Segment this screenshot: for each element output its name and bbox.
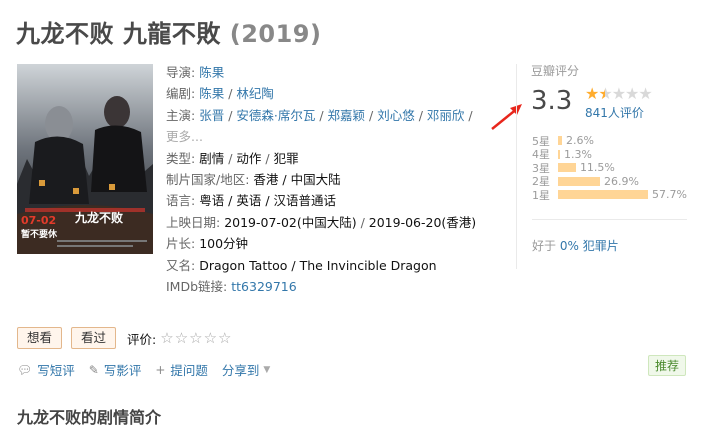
better-than-link[interactable]: 0% 犯罪片 bbox=[560, 239, 619, 253]
star-icon: ★ bbox=[585, 84, 599, 103]
write-review-label: 写影评 bbox=[103, 363, 142, 378]
aka-label: 又名: bbox=[166, 257, 196, 273]
runtime-label: 片长: bbox=[166, 236, 196, 252]
rating-separator bbox=[532, 219, 687, 220]
cast-more-link[interactable]: 更多... bbox=[166, 129, 203, 144]
genre-row: 类型: 剧情 / 动作 / 犯罪 bbox=[166, 150, 299, 166]
poster-title: 九龙不败 bbox=[74, 210, 123, 225]
rating-score: 3.3 bbox=[531, 86, 573, 116]
writer-link[interactable]: 陈果 bbox=[199, 86, 224, 101]
rating-bar-percent: 57.7% bbox=[652, 188, 687, 202]
cast-link[interactable]: 安德森·席尔瓦 bbox=[236, 108, 315, 123]
rate-label: 评价: bbox=[127, 331, 157, 347]
rating-count-link[interactable]: 841人评价 bbox=[585, 104, 644, 121]
cast-link[interactable]: 张晋 bbox=[199, 108, 224, 123]
share-dropdown[interactable]: 分享到 ▼ bbox=[222, 360, 270, 379]
release-label: 上映日期: bbox=[166, 214, 221, 230]
comment-icon: 💬︎ bbox=[17, 362, 33, 377]
movie-poster[interactable]: 07-02 暂不要休 九龙不败 bbox=[17, 64, 153, 254]
cast-link[interactable]: 刘心悠 bbox=[377, 108, 415, 123]
writer-label: 编剧: bbox=[166, 86, 196, 102]
rating-bar-percent: 1.3% bbox=[564, 147, 592, 161]
want-to-watch-button[interactable]: 想看 bbox=[17, 327, 63, 349]
language-row: 语言: 粤语 / 英语 / 汉语普通话 bbox=[166, 190, 506, 211]
share-label: 分享到 bbox=[221, 363, 260, 378]
red-arrow-annotation bbox=[491, 104, 522, 130]
star-empty-icon: ★ bbox=[611, 84, 626, 103]
action-links: 💬︎ 写短评 ✎ 写影评 + 提问题 分享到 ▼ bbox=[17, 360, 284, 379]
rating-bar bbox=[558, 190, 648, 200]
plus-icon: + bbox=[155, 362, 166, 377]
star-half-icon: ★ bbox=[598, 84, 612, 103]
movie-title: 九龙不败 九龍不敗 bbox=[16, 20, 221, 48]
rating-bar bbox=[558, 163, 576, 173]
runtime-value: 100分钟 bbox=[199, 236, 249, 252]
rating-bar bbox=[558, 136, 563, 146]
rating-bar-label: 1星 bbox=[532, 188, 550, 202]
rate-stars[interactable]: ☆☆☆☆☆ bbox=[160, 329, 232, 347]
imdb-row: IMDb链接: tt6329716 bbox=[166, 276, 506, 297]
rating-bar-percent: 2.6% bbox=[566, 134, 594, 148]
rating-bar bbox=[558, 149, 561, 159]
imdb-link[interactable]: tt6329716 bbox=[231, 279, 296, 294]
write-review-link[interactable]: ✎ 写影评 bbox=[89, 360, 142, 379]
better-than: 好于 0% 犯罪片 bbox=[532, 237, 619, 254]
synopsis-heading: 九龙不败的剧情简介 bbox=[17, 408, 162, 427]
rating-bar-percent: 26.9% bbox=[603, 174, 639, 188]
country-row: 制片国家/地区: 香港 / 中国大陆 bbox=[166, 169, 506, 190]
genre-value: 犯罪 bbox=[273, 150, 299, 166]
language-value: 粤语 / 英语 / 汉语普通话 bbox=[199, 193, 337, 209]
better-than-prefix: 好于 bbox=[532, 239, 557, 253]
movie-year: (2019) bbox=[229, 20, 322, 48]
cast-link[interactable]: 邓丽欣 bbox=[427, 108, 465, 123]
write-short-review-label: 写短评 bbox=[37, 363, 75, 378]
runtime-row: 片长: 100分钟 bbox=[166, 233, 506, 254]
language-label: 语言: bbox=[166, 193, 196, 209]
director-label: 导演: bbox=[166, 65, 196, 80]
genre-value: 动作 bbox=[236, 150, 262, 166]
cast-row: 主演: 张晋 / 安德森·席尔瓦 / 郑嘉颖 / 刘心悠 / 邓丽欣 / bbox=[166, 107, 473, 123]
write-short-review-link[interactable]: 💬︎ 写短评 bbox=[17, 360, 75, 379]
imdb-label: IMDb链接: bbox=[166, 279, 228, 295]
caret-down-icon: ▼ bbox=[263, 364, 271, 375]
rating-bar-percent: 11.5% bbox=[579, 161, 615, 175]
poster-tagline: 暂不要休 bbox=[21, 228, 58, 240]
ask-question-label: 提问题 bbox=[170, 363, 208, 378]
rating-bar-row: 1星 57.7% bbox=[532, 188, 687, 202]
director-row: 导演: 陈果 bbox=[166, 62, 506, 83]
release-date: 2019-06-20(香港) bbox=[368, 214, 477, 230]
director-link[interactable]: 陈果 bbox=[199, 65, 224, 80]
cast-link[interactable]: 郑嘉颖 bbox=[328, 108, 366, 123]
country-label: 制片国家/地区: bbox=[166, 172, 250, 188]
aka-row: 又名: Dragon Tattoo / The Invincible Drago… bbox=[166, 255, 506, 276]
genre-label: 类型: bbox=[166, 150, 196, 166]
ask-question-link[interactable]: + 提问题 bbox=[155, 360, 208, 379]
rating-label: 豆瓣评分 bbox=[531, 64, 580, 78]
rating-divider bbox=[516, 64, 517, 269]
movie-info: 导演: 陈果 编剧: 陈果 / 林纪陶 主演: 张晋 / 安德森·席尔瓦 / 郑… bbox=[166, 62, 506, 297]
star-empty-icon: ★ bbox=[625, 84, 639, 103]
rating-distribution: 5星 2.6% 4星 1.3% 3星 11.5% 2星 26.9% 1星 57.7% bbox=[532, 134, 687, 202]
release-row: 上映日期: 2019-07-02(中国大陆) / 2019-06-20(香港) bbox=[166, 214, 477, 230]
release-date: 2019-07-02(中国大陆) bbox=[224, 214, 357, 230]
page-title: 九龙不败 九龍不敗 (2019) bbox=[16, 14, 321, 49]
user-actions: 想看 看过 评价: ☆☆☆☆☆ bbox=[17, 327, 233, 349]
cast-label: 主演: bbox=[166, 107, 196, 123]
watched-button[interactable]: 看过 bbox=[71, 327, 117, 349]
recommend-button[interactable]: 推荐 bbox=[648, 355, 687, 376]
rating-stars: ★★★★★ bbox=[585, 84, 653, 103]
star-empty-icon: ★ bbox=[638, 84, 652, 103]
writer-row: 编剧: 陈果 / 林纪陶 bbox=[166, 86, 274, 102]
rating-bar bbox=[558, 176, 600, 186]
country-value: 香港 / 中国大陆 bbox=[253, 172, 341, 188]
aka-value: Dragon Tattoo / The Invincible Dragon bbox=[199, 257, 437, 273]
poster-date: 07-02 bbox=[21, 214, 56, 227]
pencil-icon: ✎ bbox=[88, 362, 99, 377]
genre-value: 剧情 bbox=[199, 150, 225, 166]
writer-link[interactable]: 林纪陶 bbox=[236, 86, 274, 101]
